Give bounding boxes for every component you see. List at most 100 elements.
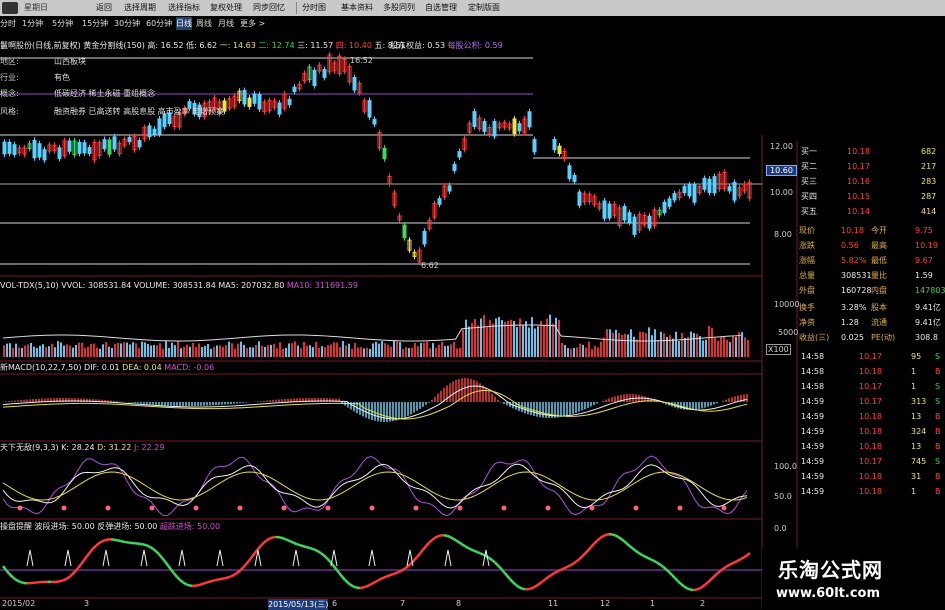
operation-segment <box>351 585 354 587</box>
candle-body <box>373 119 376 124</box>
region-value: 山西板块 <box>54 56 86 67</box>
volume-bar <box>639 332 641 357</box>
operation-segment <box>615 535 618 536</box>
volume-bar <box>81 343 83 357</box>
operation-segment <box>717 571 720 574</box>
trade-side: B <box>935 440 941 453</box>
stat-row: 外盘160728内盘147803 <box>797 284 945 297</box>
volume-bar <box>84 348 86 357</box>
operation-segment <box>543 579 546 581</box>
price-axis-8: 8.00 <box>774 230 792 239</box>
volume-bar <box>204 346 206 357</box>
operation-segment <box>252 553 255 557</box>
trade-time: 14:59 <box>801 485 824 498</box>
kdj-signal-dot <box>678 506 683 511</box>
operation-segment <box>78 564 81 568</box>
volume-bar <box>243 345 245 357</box>
trade-side: S <box>935 455 940 468</box>
golden-three: 三: 11.57 <box>297 41 333 50</box>
volume-bar <box>318 348 320 357</box>
operation-segment <box>345 580 348 583</box>
kdj-signal-dot <box>150 506 155 511</box>
operation-segment <box>174 573 177 577</box>
volume-bar <box>282 349 284 357</box>
operation-marker <box>331 550 337 566</box>
volume-bar <box>186 345 188 357</box>
operation-segment <box>81 560 84 564</box>
volume-bar <box>702 341 704 357</box>
operation-segment <box>384 576 387 577</box>
operation-segment <box>444 535 447 536</box>
watermark-url: www.60lt.com <box>776 586 880 601</box>
operation-segment <box>99 541 102 543</box>
stat-row: 涨幅5.82%最低9.67 <box>797 254 945 267</box>
volume-bar <box>306 346 308 357</box>
trade-row: 14:5910.17745S <box>797 455 945 468</box>
style-label: 风格: <box>0 106 19 117</box>
operation-segment <box>315 550 318 551</box>
date-label-5: 8 <box>456 599 461 608</box>
operation-segment <box>312 549 315 550</box>
equity-value: 股东权益: 0.53 <box>390 41 445 50</box>
operation-segment <box>480 553 483 554</box>
operation-segment <box>549 575 552 577</box>
volume-bar <box>153 345 155 357</box>
golden-two: 二: 12.74 <box>258 41 294 50</box>
volume-bar <box>348 344 350 357</box>
j-value: J: 22.29 <box>134 443 165 452</box>
operation-segment <box>660 564 663 566</box>
macd-info: 新MACD(10,22,7,50) DIF: 0.01 DEA: 0.04 MA… <box>0 362 214 373</box>
trade-row: 14:5910.1813B <box>797 440 945 453</box>
volume-bar <box>87 347 89 357</box>
stat-value: 9.41亿 <box>915 301 941 314</box>
operation-segment <box>600 536 603 538</box>
operation-segment <box>261 543 264 546</box>
operation-segment <box>153 549 156 551</box>
volume-bar <box>6 344 8 357</box>
volume-bars <box>3 315 749 357</box>
trade-volume: 1 <box>911 380 916 393</box>
bid-row: 买五10.14414 <box>797 205 945 218</box>
bid-row: 买三10.16283 <box>797 175 945 188</box>
operation-segment <box>234 573 237 575</box>
candle-body <box>528 112 531 127</box>
operation-segment <box>702 585 705 587</box>
volume-bar <box>618 333 620 357</box>
operation-segment <box>504 572 507 576</box>
volume-bar <box>288 343 290 357</box>
date-label-6: 11 <box>548 599 558 608</box>
trade-volume: 313 <box>911 395 926 408</box>
stat-row: 总量308531量比1.59 <box>797 269 945 282</box>
trade-row: 14:5810.1795S <box>797 350 945 363</box>
trade-price: 10.18 <box>859 470 882 483</box>
stat-label: 股本 <box>871 301 887 314</box>
candle-body <box>708 179 711 192</box>
operation-segment <box>156 551 159 554</box>
operation-segment <box>150 547 153 549</box>
candle-body <box>458 152 461 157</box>
trade-volume: 95 <box>911 350 921 363</box>
candle-body <box>603 201 606 218</box>
volume-bar <box>342 341 344 357</box>
kdj-signal-dot <box>326 506 331 511</box>
stat-value: 1.59 <box>915 269 933 282</box>
operation-segment <box>354 587 357 588</box>
operation-segment <box>180 580 183 582</box>
trade-time: 14:59 <box>801 470 824 483</box>
volume-bar <box>477 325 479 357</box>
operation-segment <box>117 540 120 541</box>
volume-bar <box>549 315 551 357</box>
volume-indicator-name: VOL-TDX(5,10) <box>0 281 59 290</box>
volume-bar <box>741 332 743 357</box>
bid-volume: 682 <box>921 145 936 158</box>
dif-value: DIF: 0.01 <box>84 363 120 372</box>
volume-bar <box>480 319 482 357</box>
kdj-signal-dot <box>62 506 67 511</box>
region-label: 地区: <box>0 56 19 67</box>
volume-bar <box>627 334 629 357</box>
stat-label: 今开 <box>871 224 887 237</box>
volume-bar <box>492 324 494 357</box>
stat-row: 现价10.18今开9.75 <box>797 224 945 237</box>
low-mark: 6.62 <box>421 261 439 270</box>
volume-info: VOL-TDX(5,10) VVOL: 308531.84 VOLUME: 30… <box>0 281 358 290</box>
